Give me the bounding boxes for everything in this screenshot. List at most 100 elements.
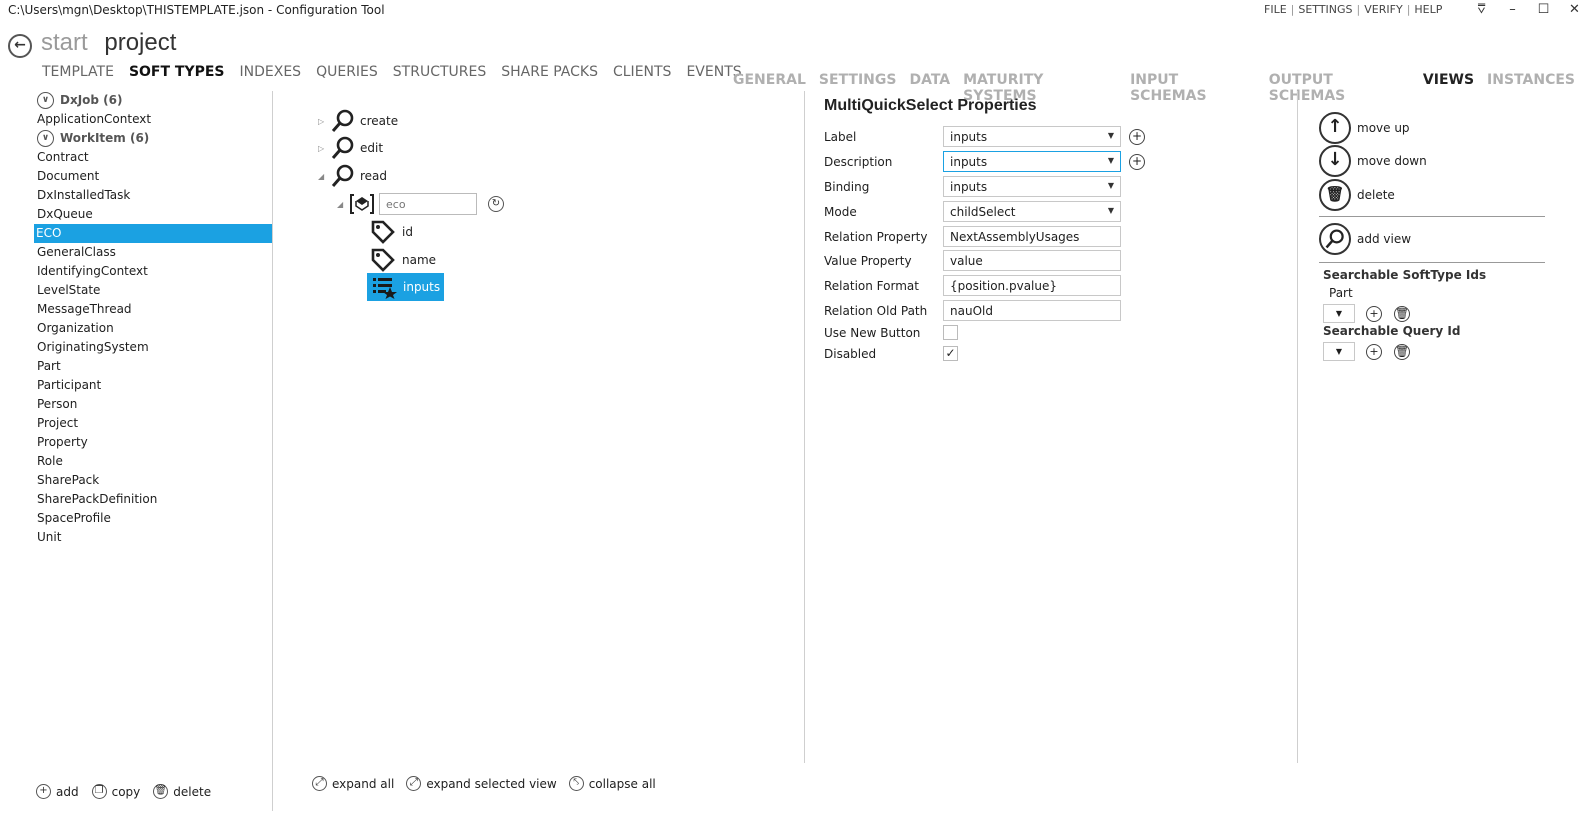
tree-node-inputs[interactable]: inputs (367, 273, 445, 301)
close-button[interactable]: ✕ (1559, 0, 1588, 20)
breadcrumb-start[interactable]: start (41, 29, 88, 56)
softtype-combo[interactable]: ▼ (1323, 304, 1355, 323)
tab-indexes[interactable]: INDEXES (240, 64, 302, 80)
minimize-button[interactable]: – (1497, 0, 1528, 20)
type-list-item[interactable]: Part (36, 357, 276, 376)
tab-soft-types[interactable]: SOFT TYPES (129, 64, 225, 80)
type-label: Organization (37, 321, 114, 335)
back-arrow-icon[interactable]: ← (8, 34, 32, 58)
type-list-item[interactable]: Role (36, 452, 276, 471)
description-combo[interactable]: inputs ▼ (943, 151, 1121, 172)
tree-node-id[interactable]: id (370, 219, 413, 245)
add-type-button[interactable]: + add (36, 784, 79, 799)
tab-clients[interactable]: CLIENTS (613, 64, 671, 80)
add-label-icon[interactable]: + (1129, 128, 1145, 145)
copy-type-button[interactable]: ❐ copy (91, 784, 140, 799)
tree-node-name[interactable]: name (370, 247, 436, 273)
chevron-down-icon[interactable]: ∨ (37, 92, 54, 109)
label-combo[interactable]: inputs ▼ (943, 126, 1121, 147)
tab-structures[interactable]: STRUCTURES (393, 64, 486, 80)
type-list-item[interactable]: Organization (36, 319, 276, 338)
expand-all-button[interactable]: ⤢ expand all (312, 776, 394, 791)
relation-old-path-field[interactable]: nauOld (943, 300, 1121, 321)
tree-node-edit[interactable]: ▷ edit (318, 135, 383, 161)
tree-node-create[interactable]: ▷ create (318, 108, 398, 134)
type-list-item[interactable]: Document (36, 167, 276, 186)
mode-value: childSelect (950, 204, 1016, 219)
type-list-item[interactable]: OriginatingSystem (36, 338, 276, 357)
divider (1297, 91, 1298, 763)
type-list-item[interactable]: IdentifyingContext (36, 262, 276, 281)
add-view-button[interactable]: add view (1319, 223, 1411, 255)
search-icon (331, 109, 354, 132)
refresh-icon[interactable]: ↻ (488, 196, 504, 212)
type-list-item[interactable]: Person (36, 395, 276, 414)
maximize-button[interactable]: ☐ (1528, 0, 1559, 20)
disabled-checkbox[interactable]: ✓ (943, 346, 958, 361)
type-group-row[interactable]: ∨ DxJob (6) (36, 91, 276, 110)
expand-selected-view-button[interactable]: ⤢ expand selected view (406, 776, 557, 791)
mode-combo[interactable]: childSelect ▼ (943, 201, 1121, 222)
plus-icon: + (36, 784, 51, 799)
menu-verify[interactable]: VERIFY (1360, 3, 1406, 16)
use-new-button-checkbox[interactable] (943, 325, 958, 340)
delete-view-button[interactable]: 🗑 delete (1319, 179, 1395, 211)
type-list-item[interactable]: GeneralClass (36, 243, 276, 262)
type-list-item[interactable]: SpaceProfile (36, 509, 276, 528)
type-label: Project (37, 416, 79, 430)
tab-queries[interactable]: QUERIES (316, 64, 378, 80)
divider (272, 91, 273, 811)
tab-general[interactable]: GENERAL (733, 72, 806, 104)
chevron-down-icon[interactable]: ∨ (37, 130, 54, 147)
move-down-button[interactable]: ↓ move down (1319, 145, 1427, 177)
menu-help[interactable]: HELP (1410, 3, 1446, 16)
type-list-item[interactable]: DxInstalledTask (36, 186, 276, 205)
type-list-item[interactable]: LevelState (36, 281, 276, 300)
arrow-up-icon: ↑ (1319, 112, 1351, 144)
tree-node-read[interactable]: ◢ read (318, 163, 387, 189)
trash-icon[interactable]: 🗑 (1394, 343, 1410, 360)
relation-property-field[interactable]: NextAssemblyUsages (943, 226, 1121, 247)
tab-instances[interactable]: INSTANCES (1487, 72, 1575, 104)
type-list-item[interactable]: DxQueue (36, 205, 276, 224)
tree-node-eco[interactable]: ◢ ↻ (337, 192, 504, 216)
type-list-item[interactable]: Property (36, 433, 276, 452)
type-list-item[interactable]: Participant (36, 376, 276, 395)
collapse-all-button[interactable]: ⤣ collapse all (568, 776, 656, 791)
binding-combo[interactable]: inputs ▼ (943, 176, 1121, 197)
plus-icon[interactable]: + (1366, 305, 1382, 322)
delete-type-button[interactable]: 🗑 delete (153, 784, 211, 799)
breadcrumb-project: project (104, 29, 177, 56)
type-label: SharePack (37, 473, 100, 487)
move-up-button[interactable]: ↑ move up (1319, 112, 1410, 144)
expand-triangle-icon[interactable]: ▷ (318, 144, 330, 153)
plus-icon[interactable]: + (1366, 343, 1382, 360)
tree-label-inputs: inputs (403, 280, 441, 294)
collapse-triangle-icon[interactable]: ◢ (318, 172, 330, 181)
value-property-field[interactable]: value (943, 250, 1121, 271)
tab-views[interactable]: VIEWS (1423, 72, 1474, 104)
type-list-item[interactable]: MessageThread (36, 300, 276, 319)
collapse-triangle-icon[interactable]: ◢ (337, 200, 349, 209)
relation-format-field[interactable]: {position.pvalue} (943, 275, 1121, 296)
query-combo[interactable]: ▼ (1323, 342, 1355, 361)
tab-template[interactable]: TEMPLATE (42, 64, 114, 80)
type-list-item[interactable]: ApplicationContext (36, 110, 276, 129)
dropdown-icon[interactable]: ⩢ (1466, 0, 1497, 20)
type-list-item[interactable]: Contract (36, 148, 276, 167)
tab-input-schemas[interactable]: INPUT SCHEMAS (1130, 72, 1256, 104)
type-list-item[interactable]: Project (36, 414, 276, 433)
eco-input[interactable] (379, 193, 477, 215)
type-list-item[interactable]: SharePack (36, 471, 276, 490)
trash-icon[interactable]: 🗑 (1394, 305, 1410, 322)
type-group-row[interactable]: ∨ WorkItem (6) (36, 129, 276, 148)
type-list-item[interactable]: SharePackDefinition (36, 490, 276, 509)
type-list-item[interactable]: Unit (36, 528, 276, 547)
tab-output-schemas[interactable]: OUTPUT SCHEMAS (1269, 72, 1410, 104)
menu-file[interactable]: FILE (1260, 3, 1291, 16)
tab-share-packs[interactable]: SHARE PACKS (501, 64, 598, 80)
menu-settings[interactable]: SETTINGS (1294, 3, 1356, 16)
add-description-icon[interactable]: + (1129, 153, 1145, 170)
type-list-item[interactable]: ECO (34, 224, 273, 243)
expand-triangle-icon[interactable]: ▷ (318, 117, 330, 126)
